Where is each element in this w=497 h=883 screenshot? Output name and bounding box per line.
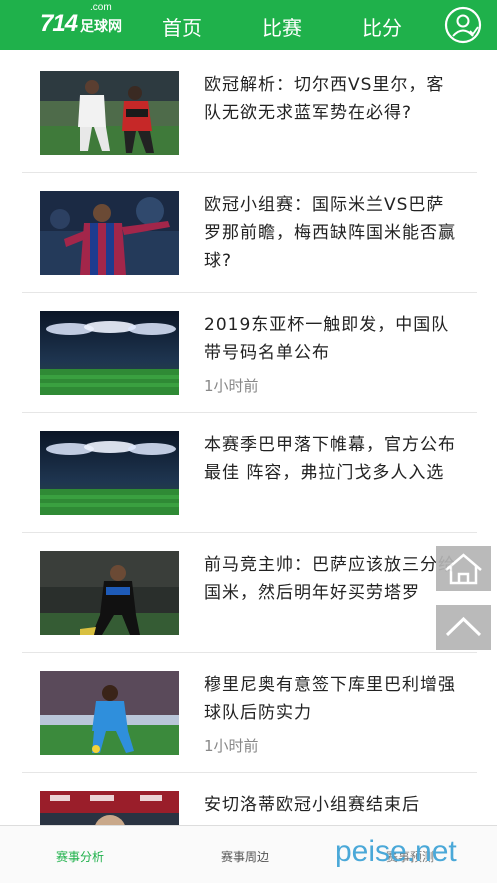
article-item[interactable]: 安切洛蒂欧冠小组赛结束后 — [22, 773, 477, 825]
logo-domain: .com — [90, 2, 112, 13]
article-item[interactable]: 穆里尼奥有意签下库里巴利增强球队后防实力 1小时前 — [22, 653, 477, 773]
home-icon — [445, 553, 482, 585]
article-title: 前马竞主帅：巴萨应该放三分给国米，然后明年好买劳塔罗 — [204, 555, 456, 603]
article-title: 欧冠解析：切尔西VS里尔，客队无欲无求蓝军势在必得? — [204, 75, 445, 123]
home-float-button[interactable] — [436, 546, 491, 591]
article-item[interactable]: 2019东亚杯一触即发，中国队带号码名单公布 1小时前 — [22, 293, 477, 413]
article-thumbnail — [40, 191, 179, 275]
tab-analysis[interactable]: 赛事分析 — [56, 848, 104, 865]
article-time: 1小时前 — [204, 377, 259, 395]
article-item[interactable]: 欧冠小组赛：国际米兰VS巴萨罗那前瞻，梅西缺阵国米能否赢球? — [22, 173, 477, 293]
article-item[interactable]: 欧冠解析：切尔西VS里尔，客队无欲无求蓝军势在必得? — [22, 53, 477, 173]
tab-surroundings[interactable]: 赛事周边 — [221, 848, 269, 865]
logo-text: 足球网 — [80, 19, 122, 35]
article-item[interactable]: 本赛季巴甲落下帷幕，官方公布最佳 阵容，弗拉门戈多人入选 — [22, 413, 477, 533]
article-item[interactable]: 前马竞主帅：巴萨应该放三分给国米，然后明年好买劳塔罗 — [22, 533, 477, 653]
watermark: peise.net — [335, 835, 457, 868]
article-thumbnail — [40, 311, 179, 395]
nav-home[interactable]: 首页 — [162, 12, 202, 41]
top-bar: .com 714 足球网 首页 比赛 比分 — [0, 0, 497, 50]
nav-scores[interactable]: 比分 — [362, 12, 402, 41]
article-thumbnail — [40, 671, 179, 755]
article-title: 穆里尼奥有意签下库里巴利增强球队后防实力 — [204, 675, 456, 723]
logo-number: 714 — [40, 10, 78, 37]
article-thumbnail — [40, 551, 179, 635]
article-time: 1小时前 — [204, 737, 259, 755]
article-title: 本赛季巴甲落下帷幕，官方公布最佳 阵容，弗拉门戈多人入选 — [204, 435, 456, 483]
article-title: 欧冠小组赛：国际米兰VS巴萨罗那前瞻，梅西缺阵国米能否赢球? — [204, 195, 456, 271]
nav-matches[interactable]: 比赛 — [262, 12, 302, 41]
user-icon[interactable] — [443, 5, 483, 45]
chevron-up-icon — [445, 616, 482, 637]
article-thumbnail — [40, 71, 179, 155]
article-thumbnail — [40, 431, 179, 515]
back-to-top-button[interactable] — [436, 605, 491, 650]
article-title: 安切洛蒂欧冠小组赛结束后 — [204, 795, 420, 815]
site-logo[interactable]: .com 714 足球网 — [40, 2, 136, 46]
article-title: 2019东亚杯一触即发，中国队带号码名单公布 — [204, 315, 450, 363]
article-thumbnail — [40, 791, 179, 825]
